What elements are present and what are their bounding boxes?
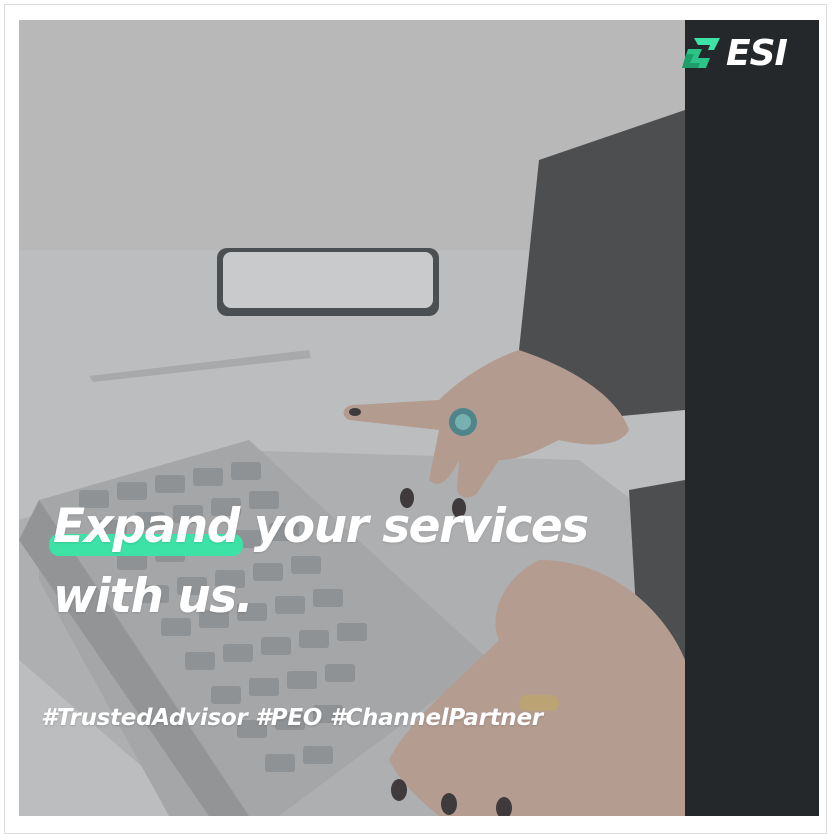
workspace-illustration (19, 20, 685, 816)
headline-line-2: with us. (53, 569, 254, 624)
logo-text: ESI (726, 33, 788, 74)
promo-card: Expand your services with us. #TrustedAd… (19, 20, 819, 816)
workspace-photo (19, 20, 685, 816)
headline: Expand your services with us. (49, 492, 683, 632)
logo-mark-icon (682, 38, 720, 68)
brand-sidebar (685, 20, 819, 816)
hashtags: #TrustedAdvisor #PEO #ChannelPartner (41, 705, 543, 731)
headline-line-1: Expand your services (49, 492, 683, 562)
highlighted-word: Expand (49, 492, 243, 562)
esi-logo: ESI (680, 30, 790, 80)
headline-rest: your services (253, 499, 589, 554)
